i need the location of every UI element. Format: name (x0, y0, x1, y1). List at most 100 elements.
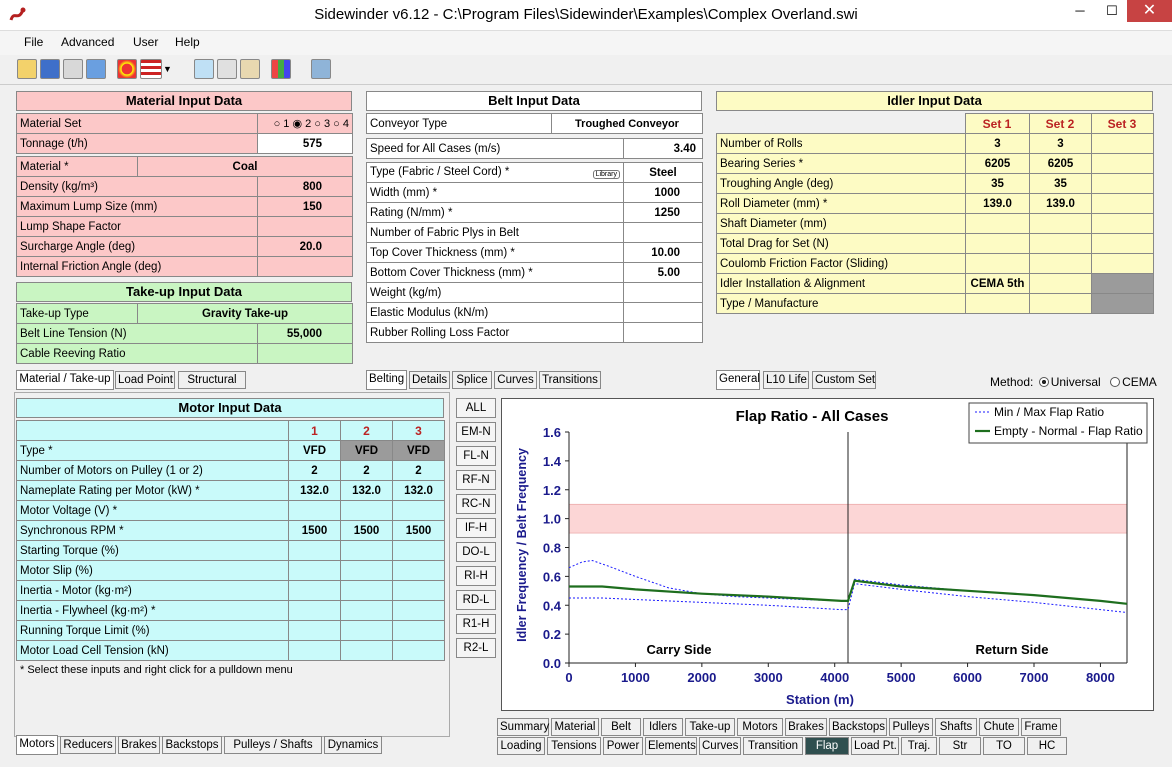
shaft-diameter-set1[interactable] (965, 213, 1030, 234)
takeup-type-field[interactable]: Gravity Take-up (136, 303, 354, 324)
tab-summary[interactable]: Summary (497, 718, 549, 736)
roll-diameter-set3[interactable] (1091, 193, 1154, 214)
method-cema-label[interactable]: CEMA (1122, 375, 1157, 389)
case-rd-l-button[interactable]: RD-L (456, 590, 496, 610)
case-r2-l-button[interactable]: R2-L (456, 638, 496, 658)
motor-count-1[interactable]: 2 (288, 460, 341, 481)
tab-flap[interactable]: Flap (805, 737, 849, 755)
edit-icon[interactable] (86, 59, 106, 79)
load-cell-3[interactable] (392, 640, 445, 661)
coulomb-friction-set3[interactable] (1091, 253, 1154, 274)
load-cell-2[interactable] (340, 640, 393, 661)
troughing-angle-set3[interactable] (1091, 173, 1154, 194)
tab-details[interactable]: Details (409, 371, 450, 389)
coulomb-friction-set1[interactable] (965, 253, 1030, 274)
menu-help[interactable]: Help (175, 35, 200, 49)
minimize-button[interactable]: ─ (1063, 0, 1097, 22)
belt-width-field[interactable]: 1000 (623, 182, 703, 203)
chart-icon[interactable] (271, 59, 291, 79)
lump-shape-field[interactable] (256, 216, 354, 237)
tab-reducers[interactable]: Reducers (60, 736, 116, 754)
bearing-series-set1[interactable]: 6205 (965, 153, 1030, 174)
material-field[interactable]: Coal (136, 156, 354, 177)
motor-slip-3[interactable] (392, 560, 445, 581)
case-em-n-button[interactable]: EM-N (456, 422, 496, 442)
tab-elements[interactable]: Elements (645, 737, 697, 755)
installation-set2[interactable] (1029, 273, 1092, 294)
coulomb-friction-set2[interactable] (1029, 253, 1092, 274)
motor-slip-2[interactable] (340, 560, 393, 581)
tonnage-field[interactable]: 575 (257, 133, 353, 154)
tab-str[interactable]: Str (939, 737, 981, 755)
tab-idlers-results[interactable]: Idlers (643, 718, 683, 736)
roll-diameter-set1[interactable]: 139.0 (965, 193, 1030, 214)
idler-rolls-set1[interactable]: 3 (965, 133, 1030, 154)
top-cover-field[interactable]: 10.00 (623, 242, 703, 263)
case-if-h-button[interactable]: IF-H (456, 518, 496, 538)
synchronous-rpm-2[interactable]: 1500 (340, 520, 393, 541)
nameplate-rating-2[interactable]: 132.0 (340, 480, 393, 501)
tab-backstops[interactable]: Backstops (162, 736, 222, 754)
tab-hc[interactable]: HC (1027, 737, 1067, 755)
speed-field[interactable]: 3.40 (623, 138, 703, 159)
case-rf-n-button[interactable]: RF-N (456, 470, 496, 490)
internal-friction-field[interactable] (256, 256, 354, 277)
elastic-modulus-field[interactable] (623, 302, 703, 323)
idler-rolls-set2[interactable]: 3 (1029, 133, 1092, 154)
tab-motors[interactable]: Motors (16, 735, 58, 755)
shaft-diameter-set3[interactable] (1091, 213, 1154, 234)
shaft-diameter-set2[interactable] (1029, 213, 1092, 234)
total-drag-set1[interactable] (965, 233, 1030, 254)
tab-material-takeup[interactable]: Material / Take-up (16, 370, 114, 390)
tab-load-point[interactable]: Load Point (115, 371, 175, 389)
tab-pulleys-shafts[interactable]: Pulleys / Shafts (224, 736, 322, 754)
density-field[interactable]: 800 (256, 176, 354, 197)
tab-motors-results[interactable]: Motors (737, 718, 783, 736)
belt-type-field[interactable]: Steel (623, 162, 703, 183)
case-all-button[interactable]: ALL (456, 398, 496, 418)
run-icon[interactable] (117, 59, 137, 79)
calculator-icon[interactable] (311, 59, 331, 79)
motor-voltage-2[interactable] (340, 500, 393, 521)
troughing-angle-set2[interactable]: 35 (1029, 173, 1092, 194)
tab-brakes[interactable]: Brakes (118, 736, 160, 754)
units-flag-icon[interactable] (140, 59, 162, 79)
motor-count-2[interactable]: 2 (340, 460, 393, 481)
tab-frame-results[interactable]: Frame (1021, 718, 1061, 736)
conveyor-type-field[interactable]: Troughed Conveyor (551, 113, 703, 134)
motor-type-2[interactable]: VFD (340, 440, 393, 461)
close-button[interactable]: ✕ (1127, 0, 1172, 22)
torque-limit-3[interactable] (392, 620, 445, 641)
tab-splice[interactable]: Splice (452, 371, 492, 389)
motor-type-1[interactable]: VFD (288, 440, 341, 461)
tab-custom-set[interactable]: Custom Set (812, 371, 876, 389)
fabric-plys-field[interactable] (623, 222, 703, 243)
tab-curves-results[interactable]: Curves (699, 737, 741, 755)
tab-brakes-results[interactable]: Brakes (785, 718, 827, 736)
main-icon[interactable] (240, 59, 260, 79)
tab-pulleys-results[interactable]: Pulleys (889, 718, 933, 736)
case-do-l-button[interactable]: DO-L (456, 542, 496, 562)
rolling-loss-field[interactable] (623, 322, 703, 343)
inertia-motor-2[interactable] (340, 580, 393, 601)
tab-transitions[interactable]: Transitions (539, 371, 601, 389)
torque-limit-1[interactable] (288, 620, 341, 641)
starting-torque-3[interactable] (392, 540, 445, 561)
tab-shafts-results[interactable]: Shafts (935, 718, 977, 736)
tab-load-pt[interactable]: Load Pt. (851, 737, 899, 755)
bearing-series-set3[interactable] (1091, 153, 1154, 174)
tab-structural[interactable]: Structural (178, 371, 246, 389)
inertia-motor-3[interactable] (392, 580, 445, 601)
menu-file[interactable]: File (24, 35, 43, 49)
menu-advanced[interactable]: Advanced (61, 35, 114, 49)
tab-curves[interactable]: Curves (494, 371, 537, 389)
surcharge-angle-field[interactable]: 20.0 (256, 236, 354, 257)
synchronous-rpm-3[interactable]: 1500 (392, 520, 445, 541)
motor-count-3[interactable]: 2 (392, 460, 445, 481)
menu-user[interactable]: User (133, 35, 158, 49)
manufacture-set1[interactable] (965, 293, 1030, 314)
troughing-angle-set1[interactable]: 35 (965, 173, 1030, 194)
belt-line-tension-field[interactable]: 55,000 (256, 323, 354, 344)
lump-size-field[interactable]: 150 (256, 196, 354, 217)
method-cema-radio[interactable] (1110, 377, 1121, 387)
